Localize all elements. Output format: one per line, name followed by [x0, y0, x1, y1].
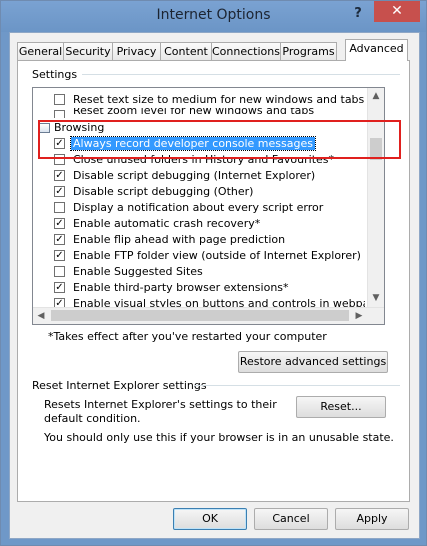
reset-group-label: Reset Internet Explorer settings [32, 379, 207, 392]
checkbox-checked[interactable]: ✓ [54, 298, 65, 307]
help-button[interactable]: ? [347, 4, 369, 24]
category-browsing: Browsing [33, 120, 365, 136]
ok-button[interactable]: OK [173, 508, 247, 530]
chevron-up-icon[interactable]: ▲ [368, 88, 384, 105]
reset-warning: You should only use this if your browser… [44, 431, 394, 444]
list-item-label: Reset zoom level for new windows and tab… [73, 108, 315, 117]
tab-privacy[interactable]: Privacy [112, 42, 161, 60]
title-bar[interactable]: Internet Options ? ✕ [1, 1, 426, 32]
horizontal-scrollbar[interactable]: ◀ ▶ [33, 307, 384, 324]
list-item-label: Enable FTP folder view (outside of Inter… [73, 249, 361, 262]
tab-advanced[interactable]: Advanced [345, 39, 408, 61]
checkbox-checked[interactable]: ✓ [54, 138, 65, 149]
tab-programs[interactable]: Programs [280, 42, 337, 60]
checkbox[interactable] [54, 266, 65, 277]
list-item[interactable]: ✓ Enable FTP folder view (outside of Int… [33, 248, 365, 264]
list-item[interactable]: ✓ Enable flip ahead with page prediction [33, 232, 365, 248]
list-item-label: Enable third-party browser extensions* [73, 281, 289, 294]
restart-footnote: *Takes effect after you've restarted you… [48, 330, 327, 343]
folder-list-icon [38, 123, 50, 133]
chevron-right-icon[interactable]: ▶ [351, 308, 367, 324]
checkbox-checked[interactable]: ✓ [54, 170, 65, 181]
checkbox[interactable] [54, 94, 65, 105]
settings-list[interactable]: Reset text size to medium for new window… [32, 87, 385, 325]
list-item-label: Enable visual styles on buttons and cont… [73, 297, 365, 307]
list-item[interactable]: Reset text size to medium for new window… [33, 92, 365, 108]
internet-options-window: Internet Options ? ✕ General Security Pr… [0, 0, 427, 546]
list-item-label: Enable flip ahead with page prediction [73, 233, 286, 246]
list-item[interactable]: Display a notification about every scrip… [33, 200, 365, 216]
tab-content[interactable]: Content [160, 42, 212, 60]
list-item[interactable]: Close unused folders in History and Favo… [33, 152, 365, 168]
settings-group-divider [82, 74, 400, 75]
list-item-label: Always record developer console messages [70, 136, 316, 151]
tab-connections[interactable]: Connections [211, 42, 281, 60]
chevron-down-icon[interactable]: ▼ [368, 290, 384, 307]
apply-button[interactable]: Apply [335, 508, 409, 530]
list-item[interactable]: Enable Suggested Sites [33, 264, 365, 280]
reset-description: Resets Internet Explorer's settings to t… [44, 398, 277, 425]
close-button[interactable]: ✕ [374, 1, 420, 22]
reset-group-divider [194, 385, 400, 386]
advanced-tab-panel: Settings Reset text size to medium for n… [17, 60, 410, 502]
vertical-scrollbar[interactable]: ▲ ▼ [367, 88, 384, 307]
list-item-label: Disable script debugging (Internet Explo… [73, 169, 316, 182]
list-item[interactable]: Reset zoom level for new windows and tab… [33, 108, 365, 118]
category-label: Browsing [54, 121, 105, 134]
settings-group-label: Settings [32, 68, 78, 81]
dialog-client-area: General Security Privacy Content Connect… [9, 32, 420, 539]
list-item[interactable]: ✓ Enable automatic crash recovery* [33, 216, 365, 232]
chevron-left-icon[interactable]: ◀ [33, 308, 49, 324]
list-item-label: Disable script debugging (Other) [73, 185, 254, 198]
checkbox-checked[interactable]: ✓ [54, 234, 65, 245]
list-item-label: Display a notification about every scrip… [73, 201, 324, 214]
list-item-label: Enable automatic crash recovery* [73, 217, 261, 230]
checkbox-checked[interactable]: ✓ [54, 218, 65, 229]
list-item[interactable]: ✓ Enable visual styles on buttons and co… [33, 296, 365, 307]
horizontal-scroll-thumb[interactable] [51, 310, 349, 321]
reset-button[interactable]: Reset... [296, 396, 386, 418]
checkbox[interactable] [54, 154, 65, 165]
list-item[interactable]: ✓ Enable third-party browser extensions* [33, 280, 365, 296]
tab-security[interactable]: Security [63, 42, 113, 60]
restore-advanced-settings-button[interactable]: Restore advanced settings [238, 351, 388, 373]
vertical-scroll-thumb[interactable] [370, 138, 382, 160]
checkbox[interactable] [54, 110, 65, 118]
checkbox-checked[interactable]: ✓ [54, 282, 65, 293]
list-item[interactable]: ✓ Disable script debugging (Other) [33, 184, 365, 200]
list-item-label: Close unused folders in History and Favo… [73, 153, 335, 166]
cancel-button[interactable]: Cancel [254, 508, 328, 530]
tab-general[interactable]: General [17, 42, 64, 60]
list-item-label: Reset text size to medium for new window… [73, 93, 365, 106]
list-item-label: Enable Suggested Sites [73, 265, 203, 278]
checkbox-checked[interactable]: ✓ [54, 250, 65, 261]
list-item[interactable]: ✓ Disable script debugging (Internet Exp… [33, 168, 365, 184]
list-item[interactable]: ✓ Always record developer console messag… [33, 136, 365, 152]
checkbox-checked[interactable]: ✓ [54, 186, 65, 197]
checkbox[interactable] [54, 202, 65, 213]
